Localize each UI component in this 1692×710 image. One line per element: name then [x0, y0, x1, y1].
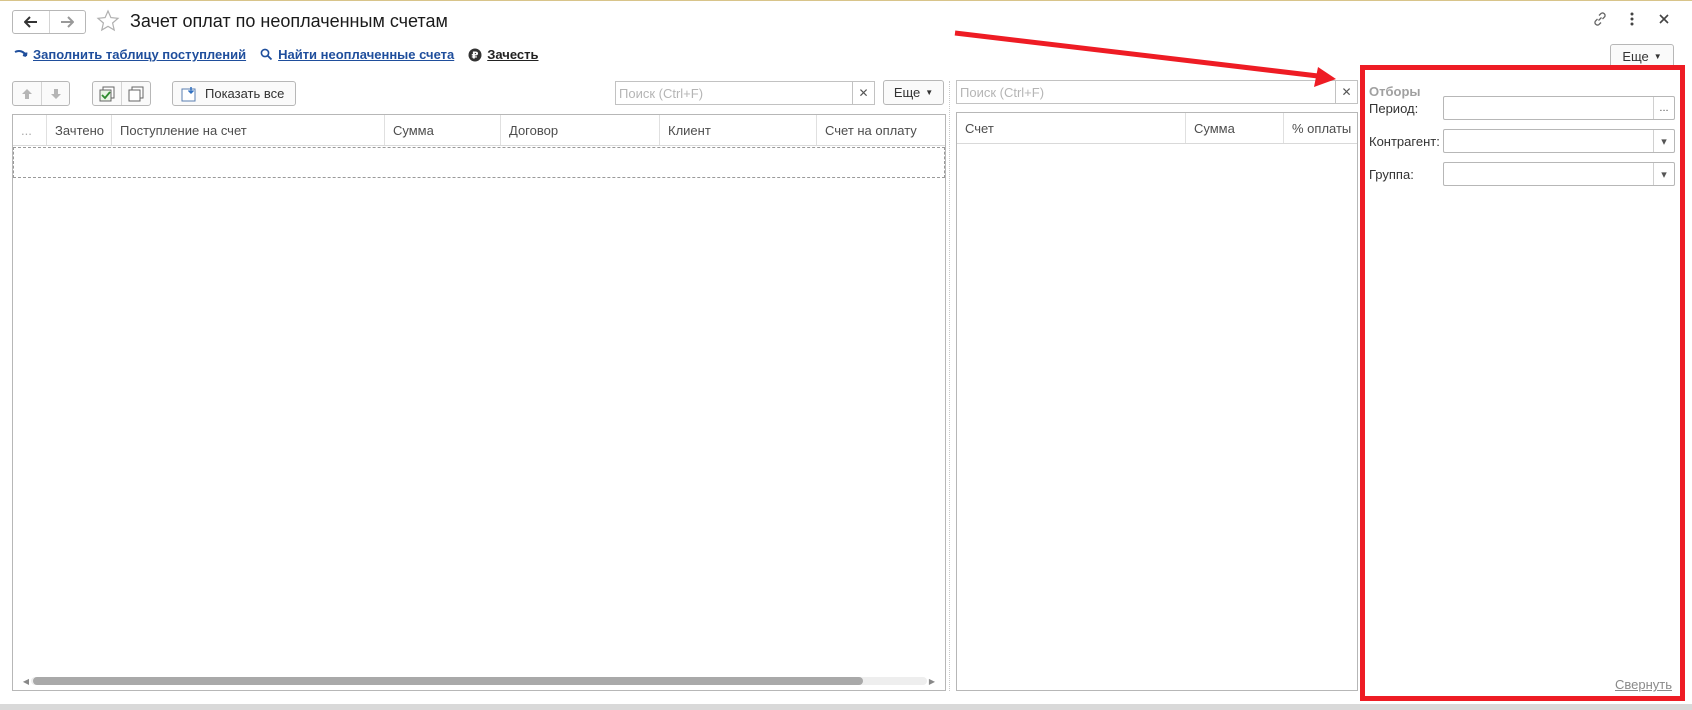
arrow-down-icon — [50, 88, 61, 99]
navigation-buttons — [12, 10, 86, 34]
fill-receipts-label: Заполнить таблицу поступлений — [33, 47, 247, 62]
arrow-right-icon — [61, 16, 75, 28]
arrow-left-icon — [23, 16, 37, 28]
filter-period-row: Период: ... — [1369, 96, 1675, 120]
filter-counterparty-label: Контрагент: — [1369, 133, 1440, 149]
move-down-button[interactable] — [41, 82, 69, 105]
check-all-button[interactable] — [93, 82, 121, 105]
fill-receipts-button[interactable]: Заполнить таблицу поступлений — [14, 47, 246, 62]
show-all-button[interactable]: Показать все — [172, 81, 296, 106]
close-icon[interactable] — [1656, 11, 1672, 27]
right-search-input[interactable] — [957, 81, 1335, 103]
scrollbar-thumb[interactable] — [33, 677, 863, 685]
ruble-icon: ₽ — [468, 48, 482, 61]
left-more-button[interactable]: Еще ▼ — [883, 80, 944, 105]
more-vertical-icon[interactable] — [1624, 11, 1640, 27]
column-header[interactable]: Клиент — [660, 115, 817, 145]
forward-button[interactable] — [48, 11, 86, 33]
table-header: Счет Сумма % оплаты — [957, 113, 1357, 144]
scroll-right-icon[interactable]: ▶ — [927, 677, 937, 686]
group-dropdown-button[interactable]: ▾ — [1653, 163, 1674, 185]
column-header[interactable]: Счет на оплату — [817, 115, 945, 145]
form-title: Зачет оплат по неоплаченным счетам — [130, 11, 448, 31]
column-header[interactable]: % оплаты — [1284, 113, 1357, 143]
column-header[interactable]: Зачтено — [47, 115, 112, 145]
select-period-button[interactable]: ... — [1653, 97, 1674, 119]
scrollbar-track[interactable] — [31, 677, 927, 685]
group-input[interactable] — [1444, 163, 1653, 185]
filter-period-label: Период: — [1369, 100, 1419, 116]
group-field[interactable]: ▾ — [1443, 162, 1675, 186]
svg-text:₽: ₽ — [472, 50, 479, 61]
back-button[interactable] — [13, 11, 49, 33]
receipts-table: ... Зачтено Поступление на счет Сумма До… — [12, 114, 946, 691]
caret-down-icon: ▼ — [925, 88, 934, 97]
fill-arrow-icon — [14, 49, 28, 57]
filters-panel: Отборы Период: ... Контрагент: ▾ Группа:… — [1360, 65, 1685, 701]
column-header[interactable]: ... — [13, 115, 47, 145]
column-header[interactable]: Сумма — [385, 115, 501, 145]
clear-icon[interactable]: ✕ — [1335, 81, 1357, 103]
check-all-icon — [99, 86, 115, 101]
filter-group-row: Группа: ▾ — [1369, 162, 1675, 186]
move-buttons-group — [12, 81, 70, 106]
column-header[interactable]: Счет — [957, 113, 1186, 143]
table-row[interactable] — [13, 147, 945, 178]
left-more-label: Еще — [893, 85, 921, 100]
form-window: Зачет оплат по неоплаченным счетам Запол… — [0, 0, 1692, 710]
form-more-label: Еще — [1622, 48, 1649, 64]
table-header: ... Зачтено Поступление на счет Сумма До… — [13, 115, 945, 146]
column-header[interactable]: Поступление на счет — [112, 115, 385, 145]
column-header[interactable]: Сумма — [1186, 113, 1284, 143]
clear-icon[interactable]: ✕ — [852, 82, 874, 104]
find-unpaid-invoices-button[interactable]: Найти неоплаченные счета — [260, 47, 454, 62]
counterparty-dropdown-button[interactable]: ▾ — [1653, 130, 1674, 152]
uncheck-all-button[interactable] — [121, 82, 149, 105]
left-search-field[interactable]: ✕ — [615, 81, 875, 105]
scroll-left-icon[interactable]: ◀ — [21, 677, 31, 686]
caret-down-icon: ▼ — [1653, 51, 1662, 61]
find-unpaid-label: Найти неоплаченные счета — [278, 47, 455, 62]
move-up-button[interactable] — [13, 82, 41, 105]
filter-counterparty-row: Контрагент: ▾ — [1369, 129, 1675, 153]
window-controls — [1592, 11, 1672, 27]
collapse-link[interactable]: Свернуть — [1615, 677, 1672, 692]
search-icon — [260, 48, 273, 61]
offset-label: Зачесть — [487, 47, 539, 62]
column-header[interactable]: Договор — [501, 115, 660, 145]
filter-group-label: Группа: — [1369, 166, 1414, 182]
period-field[interactable]: ... — [1443, 96, 1675, 120]
show-all-icon — [181, 86, 196, 101]
command-bar: Заполнить таблицу поступлений Найти неоп… — [14, 47, 538, 62]
counterparty-input[interactable] — [1444, 130, 1653, 152]
show-all-label: Показать все — [205, 86, 285, 101]
invoices-table: Счет Сумма % оплаты — [956, 112, 1358, 691]
arrow-up-icon — [22, 88, 32, 99]
link-icon[interactable] — [1592, 11, 1608, 27]
offset-button[interactable]: ₽ Зачесть — [468, 47, 538, 62]
uncheck-all-icon — [128, 86, 143, 101]
check-buttons-group — [92, 81, 151, 106]
horizontal-scrollbar[interactable]: ◀ ▶ — [21, 676, 937, 686]
status-strip — [0, 704, 1692, 710]
period-input[interactable] — [1444, 97, 1653, 119]
left-search-input[interactable] — [616, 82, 852, 104]
right-search-field[interactable]: ✕ — [956, 80, 1358, 104]
favorite-star-icon[interactable] — [96, 9, 120, 36]
counterparty-field[interactable]: ▾ — [1443, 129, 1675, 153]
panel-splitter[interactable] — [949, 81, 950, 691]
